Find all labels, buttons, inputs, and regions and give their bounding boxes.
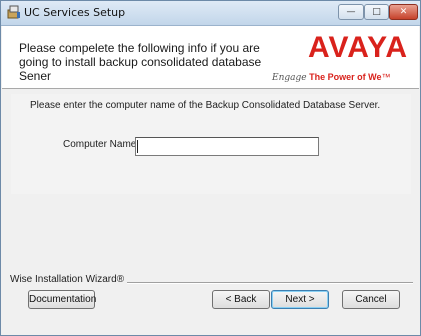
- next-button[interactable]: Next >: [271, 290, 329, 309]
- back-button[interactable]: < Back: [212, 290, 270, 309]
- computer-name-label: Computer Name: [63, 139, 137, 150]
- tagline-script: Engage: [272, 73, 307, 83]
- computer-name-input[interactable]: [135, 137, 319, 156]
- tagline-trademark: ™: [381, 72, 391, 82]
- installer-icon: [7, 5, 20, 19]
- cancel-button[interactable]: Cancel: [342, 290, 400, 309]
- window-title: UC Services Setup: [24, 6, 126, 19]
- close-button[interactable]: ✕: [389, 4, 418, 20]
- maximize-button[interactable]: □: [364, 4, 389, 20]
- documentation-button[interactable]: Documentation: [28, 290, 96, 309]
- avaya-logo: AVAYA: [308, 31, 409, 64]
- header-text: Please compelete the following info if y…: [19, 41, 262, 83]
- header-banner: Please compelete the following info if y…: [2, 26, 419, 89]
- footer-divider: [85, 282, 413, 284]
- text-caret: [137, 140, 138, 153]
- tagline-text: The Power of We: [309, 72, 382, 82]
- title-bar: UC Services Setup — □ ✕: [1, 1, 420, 26]
- minimize-button[interactable]: —: [338, 4, 364, 20]
- setup-window: UC Services Setup — □ ✕ Please compelete…: [0, 0, 421, 336]
- avaya-tagline: Engage The Power of We™: [272, 72, 390, 83]
- instruction-text: Please enter the computer name of the Ba…: [30, 100, 381, 111]
- wizard-label: Wise Installation Wizard®: [10, 274, 128, 285]
